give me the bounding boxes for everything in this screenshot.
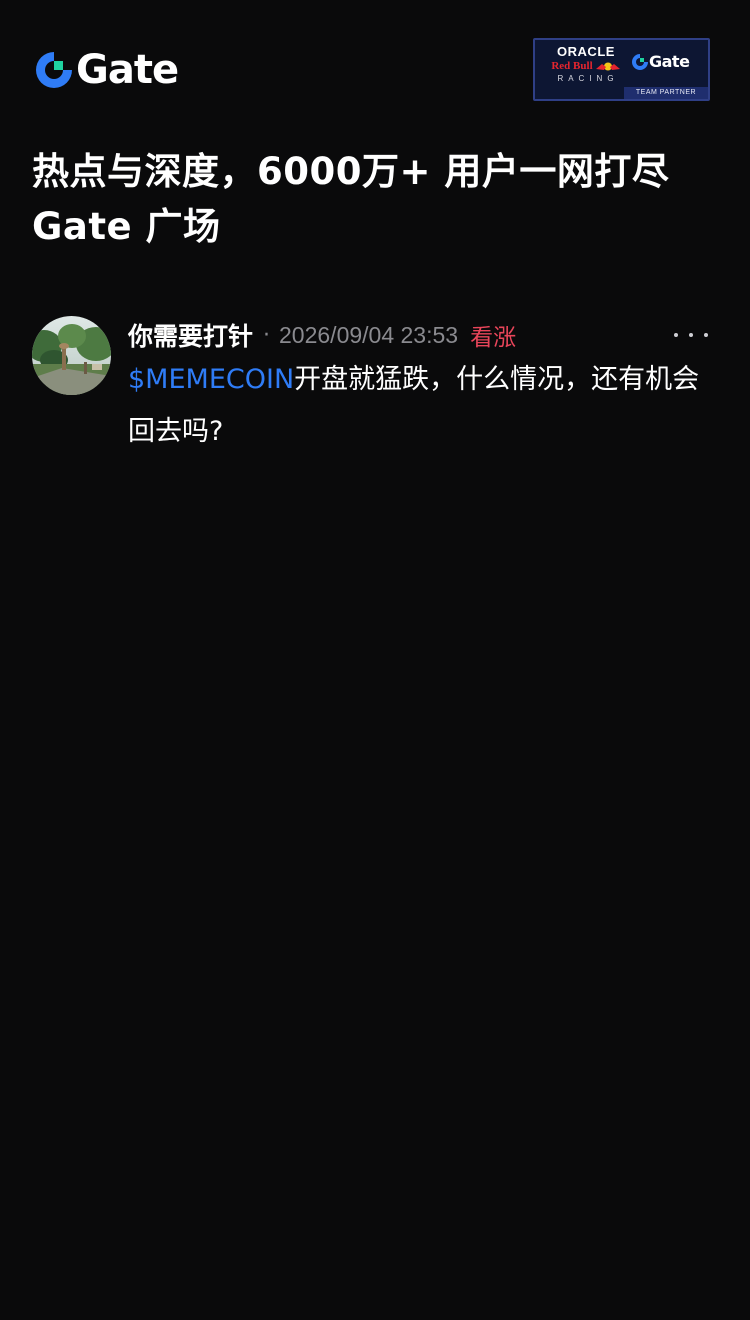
post-body: $MEMECOIN开盘就猛跌，什么情况，还有机会回去吗? [128, 354, 708, 458]
partner-gate-logo: Gate [632, 52, 690, 72]
ticker-link[interactable]: $MEMECOIN [128, 364, 294, 395]
redbull-text: Red Bull [551, 60, 593, 72]
hero-title: 热点与深度，6000万+ 用户一网打尽 Gate 广场 [32, 144, 722, 254]
post-meta: 你需要打针 · 2026/09/04 23:53 看涨 [128, 316, 714, 354]
gate-logo-icon [36, 52, 72, 88]
gate-logo-icon [632, 54, 648, 70]
hero-title-line2: Gate 广场 [32, 205, 221, 248]
team-partner-badge[interactable]: ORACLE Red Bull RACING Gate TEAM PARTNER [533, 38, 710, 101]
sentiment-badge: 看涨 [470, 325, 517, 351]
more-dot [689, 333, 693, 337]
redbull-bulls-icon [595, 62, 620, 70]
more-dot [674, 333, 678, 337]
team-partner-label: TEAM PARTNER [624, 87, 708, 99]
partner-gate-text: Gate [649, 52, 690, 71]
header: Gate ORACLE Red Bull RACING Gate TEAM PA… [0, 0, 750, 130]
hero-title-line1: 热点与深度，6000万+ 用户一网打尽 [32, 150, 670, 193]
post-timestamp: 2026/09/04 23:53 [279, 321, 459, 348]
gate-logo[interactable]: Gate [36, 47, 179, 93]
username[interactable]: 你需要打针 [128, 317, 253, 353]
more-horizontal-icon[interactable] [674, 324, 708, 346]
redbull-row: Red Bull [543, 59, 629, 73]
logo-text: Gate [76, 47, 179, 93]
oracle-text: ORACLE [557, 44, 615, 59]
oracle-redbull-logo: ORACLE Red Bull RACING [543, 44, 629, 85]
avatar[interactable] [32, 316, 111, 395]
meta-separator: · [263, 322, 271, 348]
avatar-photo [32, 316, 111, 395]
hero-section: 热点与深度，6000万+ 用户一网打尽 Gate 广场 [32, 144, 722, 254]
more-dot [704, 333, 708, 337]
racing-text: RACING [557, 74, 619, 83]
